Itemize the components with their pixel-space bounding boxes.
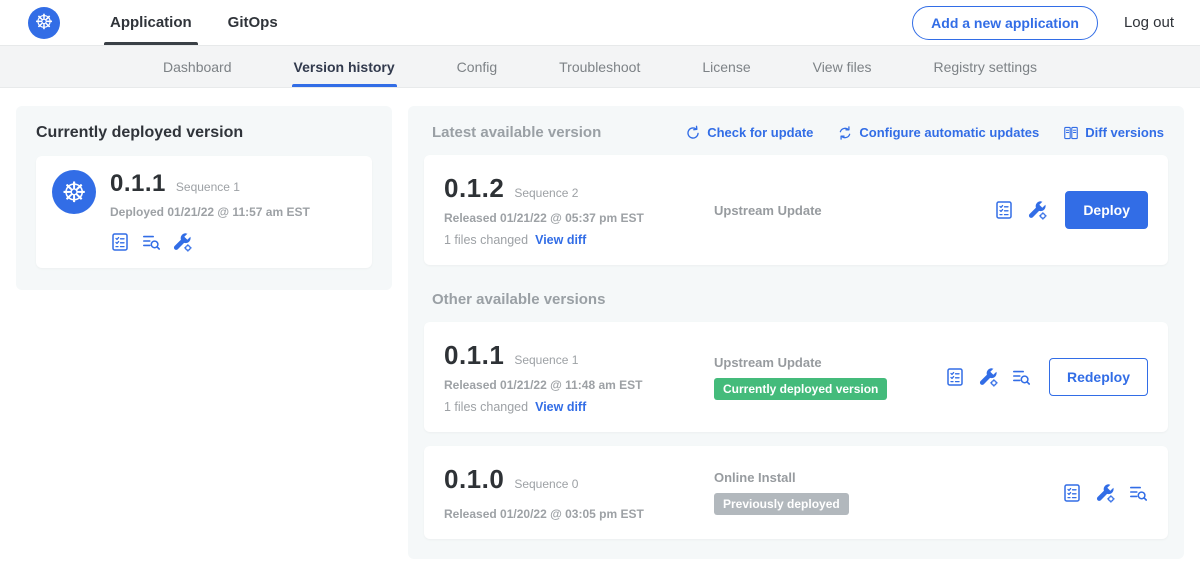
top-tabs: Application GitOps	[92, 0, 296, 45]
check-for-update-link[interactable]: Check for update	[685, 125, 813, 141]
view-diff-link[interactable]: View diff	[535, 233, 586, 247]
subnav-item-troubleshoot[interactable]: Troubleshoot	[557, 46, 642, 87]
currently-deployed-badge: Currently deployed version	[714, 378, 887, 400]
tab-application[interactable]: Application	[92, 0, 210, 45]
version-sequence: Sequence 2	[514, 186, 578, 200]
auto-updates-icon	[837, 125, 853, 141]
release-notes-icon[interactable]	[945, 367, 965, 387]
version-source: Upstream Update	[714, 355, 945, 370]
version-sequence: Sequence 0	[514, 477, 578, 491]
deployed-timestamp: Deployed 01/21/22 @ 11:57 am EST	[110, 205, 310, 219]
version-card-latest: 0.1.2 Sequence 2 Released 01/21/22 @ 05:…	[424, 155, 1168, 265]
configure-auto-updates-label: Configure automatic updates	[859, 125, 1039, 140]
release-notes-icon[interactable]	[1062, 483, 1082, 503]
version-number: 0.1.2	[444, 173, 504, 204]
other-versions-title: Other available versions	[432, 291, 1164, 308]
available-versions-panel: Latest available version Check for updat…	[408, 106, 1184, 559]
subnav-item-registry-settings[interactable]: Registry settings	[932, 46, 1039, 87]
deploy-button[interactable]: Deploy	[1065, 191, 1148, 229]
view-diff-link[interactable]: View diff	[535, 400, 586, 414]
diff-icon[interactable]	[1128, 483, 1148, 503]
subnav-item-config[interactable]: Config	[455, 46, 499, 87]
released-timestamp: Released 01/21/22 @ 05:37 pm EST	[444, 211, 702, 225]
subnav-item-view-files[interactable]: View files	[811, 46, 874, 87]
deployed-version-card: ☸ 0.1.1 Sequence 1 Deployed 01/21/22 @ 1…	[36, 156, 372, 268]
check-for-update-label: Check for update	[707, 125, 813, 140]
files-changed: 1 files changed	[444, 233, 528, 247]
available-panel-title: Latest available version	[432, 124, 601, 141]
version-card: 0.1.0 Sequence 0 Released 01/20/22 @ 03:…	[424, 446, 1168, 539]
diff-versions-label: Diff versions	[1085, 125, 1164, 140]
deployed-sequence: Sequence 1	[176, 180, 240, 194]
tab-gitops[interactable]: GitOps	[210, 0, 296, 45]
kubernetes-logo-icon: ☸	[28, 7, 60, 39]
released-timestamp: Released 01/20/22 @ 03:05 pm EST	[444, 507, 702, 521]
deployed-panel-title: Currently deployed version	[36, 124, 372, 142]
released-timestamp: Released 01/21/22 @ 11:48 am EST	[444, 378, 702, 392]
version-number: 0.1.0	[444, 464, 504, 495]
edit-config-icon[interactable]	[172, 232, 192, 252]
app-logo-icon: ☸	[52, 170, 96, 214]
top-bar: ☸ Application GitOps Add a new applicati…	[0, 0, 1200, 46]
edit-config-icon[interactable]	[978, 367, 998, 387]
secondary-nav: Dashboard Version history Config Trouble…	[0, 46, 1200, 88]
diff-versions-icon	[1063, 125, 1079, 141]
subnav-item-version-history[interactable]: Version history	[292, 46, 397, 87]
logout-link[interactable]: Log out	[1124, 14, 1174, 31]
add-application-button[interactable]: Add a new application	[912, 6, 1098, 40]
version-source: Upstream Update	[714, 203, 994, 218]
redeploy-button[interactable]: Redeploy	[1049, 358, 1148, 396]
subnav-item-license[interactable]: License	[700, 46, 752, 87]
check-update-icon	[685, 125, 701, 141]
release-notes-icon[interactable]	[994, 200, 1014, 220]
version-card: 0.1.1 Sequence 1 Released 01/21/22 @ 11:…	[424, 322, 1168, 432]
edit-config-icon[interactable]	[1027, 200, 1047, 220]
version-number: 0.1.1	[444, 340, 504, 371]
diff-versions-link[interactable]: Diff versions	[1063, 125, 1164, 141]
previously-deployed-badge: Previously deployed	[714, 493, 849, 515]
subnav-item-dashboard[interactable]: Dashboard	[161, 46, 234, 87]
configure-auto-updates-link[interactable]: Configure automatic updates	[837, 125, 1039, 141]
version-sequence: Sequence 1	[514, 353, 578, 367]
deployed-panel: Currently deployed version ☸ 0.1.1 Seque…	[16, 106, 392, 290]
deployed-version-number: 0.1.1	[110, 170, 166, 198]
release-notes-icon[interactable]	[110, 232, 130, 252]
edit-config-icon[interactable]	[1095, 483, 1115, 503]
diff-icon[interactable]	[1011, 367, 1031, 387]
main-content: Currently deployed version ☸ 0.1.1 Seque…	[0, 88, 1200, 577]
version-source: Online Install	[714, 470, 1062, 485]
diff-icon[interactable]	[141, 232, 161, 252]
files-changed: 1 files changed	[444, 400, 528, 414]
